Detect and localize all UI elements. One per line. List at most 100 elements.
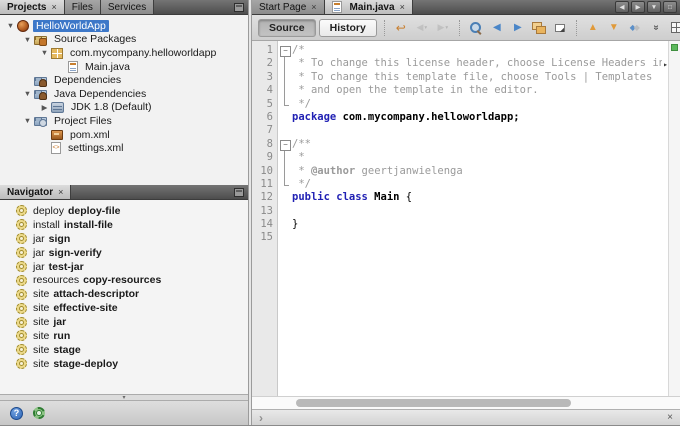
navigator-item-site-stage[interactable]: sitestage [0, 343, 248, 357]
line-number: 9 [252, 151, 273, 164]
line-number: 14 [252, 218, 273, 231]
goal-name: copy-resources [83, 274, 161, 286]
last-edit-icon[interactable]: ↩ [392, 19, 410, 36]
code-line[interactable]: * To change this license header, choose … [278, 57, 668, 70]
find-next-occurrence-icon[interactable]: ▶ [509, 19, 527, 36]
code-line[interactable]: /* [278, 44, 668, 57]
line-number: 4 [252, 84, 273, 97]
goal-name: sign [49, 233, 71, 245]
code-line[interactable]: package com.mycompany.helloworldapp; [278, 111, 668, 124]
code-line[interactable]: * [278, 151, 668, 164]
collapse-arrow-icon[interactable]: ▼ [38, 46, 51, 59]
navigator-item-jar-sign[interactable]: jarsign [0, 232, 248, 246]
tree-node-settings-xml[interactable]: settings.xml [0, 141, 248, 155]
code-line[interactable]: * @author geertjanwielenga [278, 165, 668, 178]
dropdown-caret-icon: ▾ [424, 25, 427, 31]
tab-services[interactable]: Services [101, 0, 154, 14]
tree-node-main-java[interactable]: Main.java [0, 60, 248, 74]
collapse-arrow-icon[interactable]: ▼ [21, 87, 34, 100]
tab-start-page[interactable]: Start Page× [252, 0, 325, 14]
breadcrumb-chevron-icon[interactable]: › [259, 412, 263, 424]
code-line[interactable]: /** [278, 138, 668, 151]
tree-node-dependencies[interactable]: Dependencies [0, 73, 248, 87]
navigator-item-deploy-deploy-file[interactable]: deploydeploy-file [0, 204, 248, 218]
navigator-item-resources-copy-resources[interactable]: resourcescopy-resources [0, 273, 248, 287]
navigator-item-install-install-file[interactable]: installinstall-file [0, 218, 248, 232]
navigator-item-site-run[interactable]: siterun [0, 329, 248, 343]
navigator-item-site-stage-deploy[interactable]: sitestage-deploy [0, 357, 248, 371]
code-fold-icon[interactable] [278, 44, 292, 57]
code-line[interactable]: * and open the template in the editor. [278, 84, 668, 97]
minimize-window-group-button[interactable] [234, 3, 244, 12]
maximize-window-button[interactable]: □ [663, 1, 677, 13]
code-line[interactable]: */ [278, 178, 668, 191]
code-line[interactable]: } [278, 218, 668, 231]
goal-gear-icon [16, 205, 27, 216]
tab-files[interactable]: Files [65, 0, 101, 14]
projects-tree: ▼HelloWorldApp▼Source Packages▼com.mycom… [0, 15, 248, 185]
expand-arrow-icon[interactable]: ▶ [38, 101, 51, 114]
tree-node-label: JDK 1.8 (Default) [68, 101, 155, 113]
tab-main-java[interactable]: Main.java× [325, 0, 413, 14]
navigator-item-jar-sign-verify[interactable]: jarsign-verify [0, 246, 248, 260]
select-rectangular-icon[interactable] [551, 19, 569, 36]
code-segment: geertjanwielenga [355, 165, 462, 178]
tree-node-project-files[interactable]: ▼Project Files [0, 114, 248, 128]
next-bookmark-icon[interactable]: ▼ [605, 19, 623, 36]
code-line[interactable] [278, 124, 668, 137]
help-icon[interactable]: ? [10, 407, 23, 420]
close-icon[interactable]: × [58, 187, 63, 197]
collapse-arrow-icon[interactable]: ▼ [21, 33, 34, 46]
tree-node-java-dependencies[interactable]: ▼ Java Dependencies [0, 87, 248, 101]
code-line[interactable]: */ [278, 98, 668, 111]
code-segment: } [292, 218, 298, 231]
tab-projects[interactable]: Projects× [0, 0, 65, 14]
horizontal-scrollbar[interactable] [252, 396, 680, 409]
collapse-arrow-icon[interactable]: ▼ [21, 114, 34, 127]
line-number: 8 [252, 138, 273, 151]
close-icon[interactable]: × [311, 2, 316, 12]
scrollbar-thumb[interactable] [296, 399, 571, 407]
tree-node-com-mycompany-helloworldapp[interactable]: ▼com.mycompany.helloworldapp [0, 46, 248, 60]
code-line[interactable] [278, 205, 668, 218]
goal-prefix: install [33, 219, 60, 231]
code-editor[interactable]: 123456789101112131415 /* * To change thi… [252, 41, 680, 396]
code-segment: * [292, 151, 305, 164]
toggle-bookmark-icon[interactable]: ◆◆ [626, 19, 644, 36]
code-segment: package [292, 111, 336, 124]
navigator-item-site-attach-descriptor[interactable]: siteattach-descriptor [0, 287, 248, 301]
options-gear-icon[interactable] [33, 407, 45, 419]
find-previous-occurrence-icon[interactable]: ◀ [488, 19, 506, 36]
error-stripe[interactable] [668, 41, 680, 396]
find-selection-icon[interactable] [467, 19, 485, 36]
source-view-button[interactable]: Source [258, 19, 316, 37]
minimize-window-group-button[interactable] [234, 188, 244, 197]
tree-node-source-packages[interactable]: ▼Source Packages [0, 33, 248, 47]
scroll-tabs-left-button[interactable]: ◀ [615, 1, 629, 13]
history-view-button[interactable]: History [319, 19, 377, 37]
code-line[interactable]: * To change this template file, choose T… [278, 71, 668, 84]
toggle-highlight-search-icon[interactable] [530, 19, 548, 36]
close-icon[interactable]: × [51, 2, 56, 12]
navigator-item-jar-test-jar[interactable]: jartest-jar [0, 260, 248, 274]
tree-node-label: Java Dependencies [51, 88, 149, 100]
tab-navigator[interactable]: Navigator × [0, 185, 71, 199]
navigator-splitter[interactable]: ▾ [0, 394, 248, 401]
collapse-arrow-icon[interactable]: ▼ [4, 19, 17, 32]
tree-node-helloworldapp[interactable]: ▼HelloWorldApp [0, 19, 248, 33]
code-line[interactable]: public class Main { [278, 191, 668, 204]
scroll-tabs-right-button[interactable]: ▶ [631, 1, 645, 13]
navigator-item-site-jar[interactable]: sitejar [0, 315, 248, 329]
line-number: 3 [252, 71, 273, 84]
code-fold-icon[interactable] [278, 138, 292, 151]
breadcrumb-close-icon[interactable]: × [667, 412, 673, 423]
split-document-icon[interactable] [668, 19, 680, 36]
code-line[interactable] [278, 231, 668, 244]
previous-bookmark-icon[interactable]: ▲ [584, 19, 602, 36]
tree-node-jdk-1-8-default[interactable]: ▶ JDK 1.8 (Default) [0, 101, 248, 115]
tree-node-pom-xml[interactable]: pom.xml [0, 128, 248, 142]
more-actions-icon[interactable]: » [647, 19, 665, 36]
navigator-item-site-effective-site[interactable]: siteeffective-site [0, 301, 248, 315]
close-icon[interactable]: × [400, 2, 405, 12]
tab-list-dropdown-button[interactable]: ▼ [647, 1, 661, 13]
